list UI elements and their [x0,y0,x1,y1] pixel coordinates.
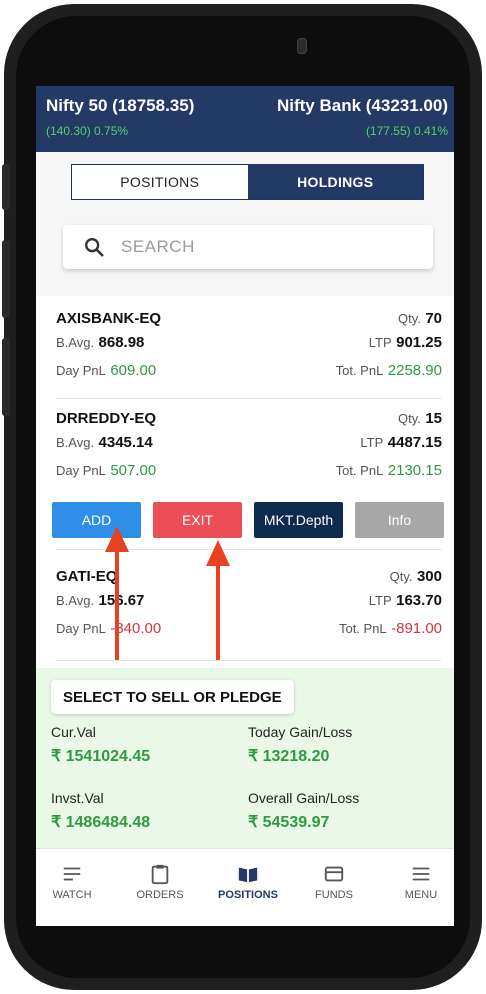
arrow-up-icon [206,540,230,660]
annotation-arrows [105,526,230,660]
arrow-up-icon [105,526,129,660]
